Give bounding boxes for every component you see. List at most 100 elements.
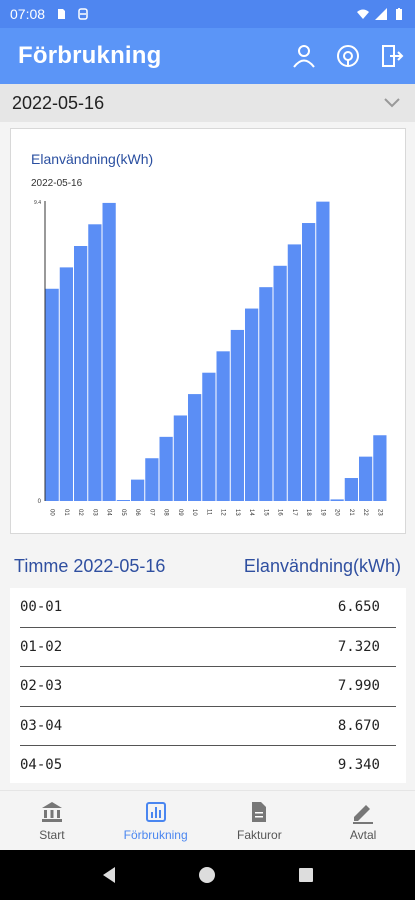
bar-chart-icon	[145, 801, 166, 822]
wifi-icon	[357, 9, 369, 19]
y-tick-label: 9.4	[34, 200, 41, 206]
support-button[interactable]	[335, 43, 361, 69]
support-icon	[337, 45, 359, 67]
x-tick-label: 20	[334, 509, 340, 516]
x-tick-label: 18	[305, 509, 311, 516]
row-value: 7.320	[337, 638, 380, 655]
bar	[344, 478, 358, 501]
table-row: 03-04 8.670	[20, 707, 396, 746]
x-tick-label: 10	[191, 509, 197, 516]
back-triangle-icon	[103, 867, 116, 883]
table-row: 00-01 6.650	[20, 588, 396, 628]
x-tick-label: 01	[63, 509, 69, 516]
profile-button[interactable]	[291, 43, 317, 69]
recents-button[interactable]	[294, 863, 318, 887]
nav-fakturor-label: Fakturor	[237, 827, 282, 842]
x-tick-label: 14	[248, 509, 254, 516]
recents-square-icon	[298, 868, 313, 882]
bar	[259, 287, 273, 501]
x-tick-label: 08	[163, 509, 169, 516]
bar	[216, 351, 230, 501]
nav-avtal[interactable]: Avtal	[311, 791, 415, 850]
nav-forbrukning[interactable]: Förbrukning	[104, 791, 208, 850]
bar	[273, 265, 287, 501]
row-hour: 04-05	[20, 757, 63, 774]
bar	[359, 456, 373, 501]
pen-icon	[353, 804, 374, 824]
x-tick-label: 06	[134, 509, 140, 516]
sim-card-icon	[58, 9, 66, 19]
row-value: 9.340	[337, 757, 380, 774]
logout-button[interactable]	[379, 43, 405, 69]
x-tick-label: 15	[262, 509, 268, 516]
consumption-table: 00-01 6.650 01-02 7.320 02-03 7.990 03-0…	[10, 588, 406, 783]
system-navigation-bar	[0, 850, 415, 900]
bar	[45, 288, 59, 501]
nav-start[interactable]: Start	[0, 791, 104, 850]
x-tick-label: 13	[234, 509, 240, 516]
row-hour: 03-04	[20, 717, 63, 734]
bar	[159, 436, 173, 501]
x-tick-label: 23	[376, 509, 382, 516]
bar	[230, 329, 244, 501]
x-tick-label: 19	[319, 509, 325, 516]
battery-icon	[396, 8, 402, 20]
logout-icon	[382, 45, 404, 67]
bar	[302, 223, 316, 501]
bar	[102, 202, 116, 501]
consumption-chart: Elanvändning(kWh) 2022-05-16 9.4 0 00 01 02 0…	[10, 128, 406, 534]
x-tick-label: 11	[205, 509, 211, 516]
row-value: 8.670	[337, 717, 380, 734]
document-icon	[252, 801, 267, 822]
nav-start-label: Start	[39, 827, 65, 842]
bar	[116, 500, 130, 501]
table-row: 04-05 9.340	[20, 746, 396, 783]
row-hour: 00-01	[20, 599, 63, 616]
row-hour: 01-02	[20, 638, 63, 655]
x-tick-label: 21	[348, 509, 354, 516]
bar	[245, 308, 259, 501]
row-value: 7.990	[337, 678, 380, 695]
nav-fakturor[interactable]: Fakturor	[208, 791, 312, 850]
status-time: 07:08	[10, 6, 46, 22]
x-tick-label: 07	[148, 509, 154, 516]
nav-forbrukning-label: Förbrukning	[123, 827, 188, 842]
bar	[74, 246, 88, 501]
x-tick-label: 17	[291, 509, 297, 516]
x-tick-label: 00	[49, 509, 55, 516]
home-button[interactable]	[195, 863, 219, 887]
back-button[interactable]	[97, 863, 121, 887]
signal-icon	[375, 8, 387, 20]
chevron-down-icon	[381, 92, 403, 114]
table-row: 02-03 7.990	[20, 667, 396, 707]
x-tick-label: 04	[106, 509, 112, 516]
bar	[88, 224, 102, 501]
table-header-hour: Timme 2022-05-16	[14, 555, 166, 576]
x-tick-label: 03	[91, 509, 97, 516]
data-saver-icon	[78, 8, 88, 20]
nav-avtal-label: Avtal	[349, 827, 377, 842]
bar	[202, 372, 216, 501]
x-tick-label: 02	[77, 509, 83, 516]
bar	[330, 499, 344, 501]
bar	[173, 415, 187, 501]
table-row: 01-02 7.320	[20, 628, 396, 667]
table-header-consumption: Elanvändning(kWh)	[243, 555, 401, 576]
bar	[373, 435, 387, 501]
bar	[287, 244, 301, 501]
bar	[131, 479, 145, 501]
table-header: Timme 2022-05-16 Elanvändning(kWh)	[0, 546, 415, 586]
page-title: Förbrukning	[18, 42, 162, 69]
app-bar: Förbrukning	[0, 28, 415, 84]
row-hour: 02-03	[20, 678, 63, 695]
person-icon	[293, 45, 315, 68]
date-selector[interactable]: 2022-05-16	[0, 84, 415, 122]
home-circle-icon	[199, 867, 216, 883]
x-tick-label: 22	[362, 509, 368, 516]
bar	[188, 394, 202, 501]
x-tick-label: 09	[177, 509, 183, 516]
x-tick-label: 12	[220, 509, 226, 516]
row-value: 6.650	[337, 599, 380, 616]
status-bar: 07:08	[0, 0, 415, 28]
bank-icon	[41, 801, 62, 822]
